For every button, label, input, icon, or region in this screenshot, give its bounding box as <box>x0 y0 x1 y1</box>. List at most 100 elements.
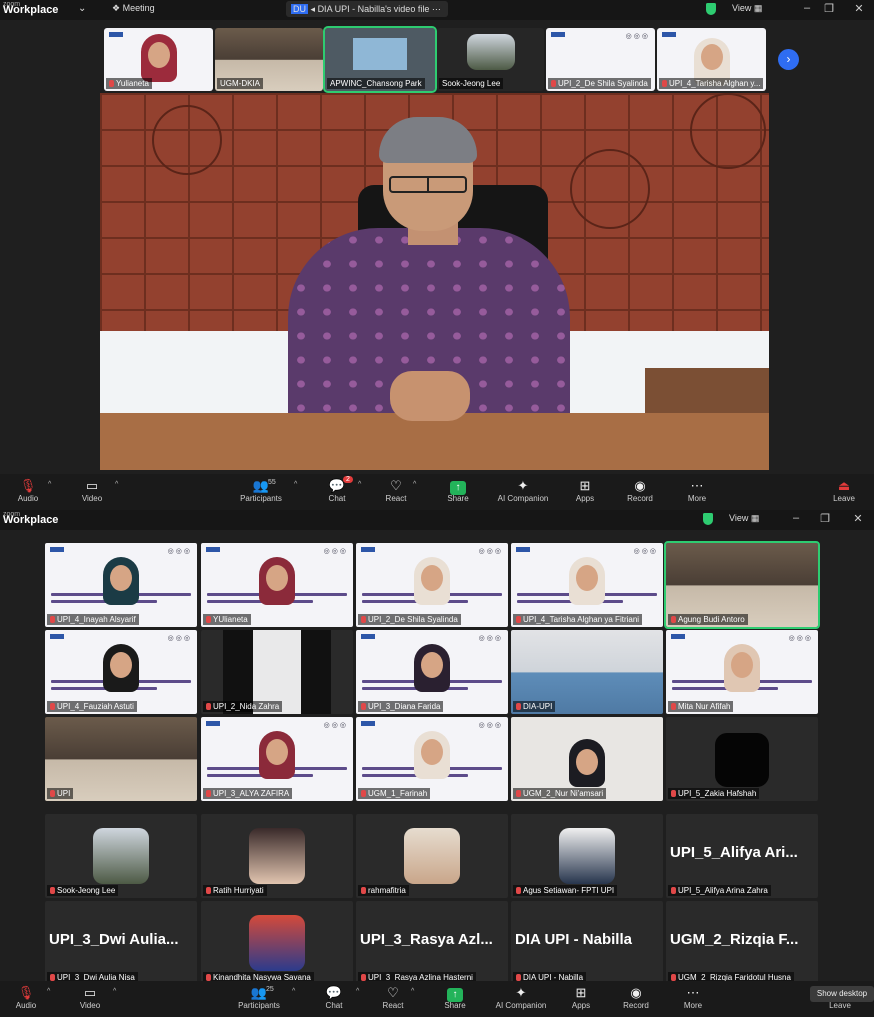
meeting-label: Meeting <box>122 3 155 13</box>
gallery-tile[interactable]: DIA UPI - Nabilla DIA UPI - Nabilla <box>511 901 663 985</box>
view-button[interactable]: View ▦ <box>732 3 762 14</box>
strip-tile[interactable]: Sook-Jeong Lee <box>437 28 544 91</box>
mic-muted-icon <box>671 974 676 981</box>
logo-mark <box>361 547 375 552</box>
apps-button[interactable]: ⊞ Apps <box>551 984 611 1010</box>
strip-tile-active[interactable]: APWINC_Chansong Park <box>323 26 437 93</box>
title-bar: zoom Workplace ⌄ ❖ Meeting DU ◂ DIA UPI … <box>0 0 874 20</box>
gallery-tile[interactable]: Sook-Jeong Lee <box>45 814 197 898</box>
video-button[interactable]: ▭ Video <box>60 984 120 1010</box>
chevron-down-icon[interactable]: ⌄ <box>78 3 86 14</box>
audio-options-icon[interactable]: ^ <box>47 988 50 995</box>
minimize-icon[interactable]: – <box>800 2 814 14</box>
gallery-tile[interactable]: ◎◎◎ UPI_4_Tarisha Alghan ya Fitriani <box>511 543 663 627</box>
participant-name-display: UPI_5_Alifya Ari... <box>670 844 798 861</box>
audio-options-icon[interactable]: ^ <box>48 481 51 488</box>
meeting-toolbar: 🎙 Audio ^ ▭ Video ^ 👥 55 Participants ^ 💬 2 Ch… <box>0 474 874 510</box>
close-icon[interactable]: ✕ <box>852 2 866 15</box>
gallery-tile[interactable]: UPI_5_Zakia Hafshah <box>666 717 818 801</box>
leave-button[interactable]: ⏏Leave <box>814 477 874 503</box>
apps-icon: ⊞ <box>575 985 587 1000</box>
active-speaker-video[interactable] <box>100 93 769 470</box>
more-button[interactable]: ⋯ More <box>663 984 723 1010</box>
meeting-tab[interactable]: ❖ Meeting <box>112 3 155 14</box>
gallery-tile[interactable]: Ratih Hurriyati <box>201 814 353 898</box>
gallery-tile[interactable]: UGM_2_Rizqia F... UGM_2_Rizqia Faridotul … <box>666 901 818 985</box>
strip-tile[interactable]: UGM-DKIA <box>215 28 323 91</box>
partner-logos: ◎◎◎ <box>625 33 650 40</box>
react-button[interactable]: ♡ React <box>366 477 426 503</box>
video-options-icon[interactable]: ^ <box>115 481 118 488</box>
face <box>110 565 132 591</box>
chat-badge: 2 <box>343 476 353 483</box>
mic-muted-icon <box>361 887 366 894</box>
gallery-tile[interactable]: UPI_2_Nida Zahra <box>201 630 353 714</box>
gallery-tile[interactable]: UPI_5_Alifya Ari... UPI_5_Alifya Arina Za… <box>666 814 818 898</box>
more-button[interactable]: ⋯ More <box>667 477 727 503</box>
gallery-tile[interactable]: ◎◎◎ UPI_3_Diana Farida <box>356 630 508 714</box>
gallery-tile[interactable]: Agung Budi Antoro <box>664 541 820 629</box>
gallery-tile[interactable]: ◎◎◎ YUlianeta <box>201 543 353 627</box>
partner-logos: ◎◎◎ <box>167 548 192 555</box>
react-options-icon[interactable]: ^ <box>411 988 414 995</box>
chat-options-icon[interactable]: ^ <box>356 988 359 995</box>
more-icon[interactable]: ⋯ <box>432 4 441 14</box>
avatar <box>249 828 305 884</box>
gallery-tile[interactable]: DIA-UPI <box>511 630 663 714</box>
strip-tile[interactable]: ◎◎◎ UPI_2_De Shila Syalinda <box>546 28 655 91</box>
partner-logos: ◎◎◎ <box>788 635 813 642</box>
gallery-tile[interactable]: UPI_3_Dwi Aulia... UPI_3_Dwi Aulia Nisa <box>45 901 197 985</box>
participants-icon: 👥 <box>250 985 268 1000</box>
close-icon[interactable]: ✕ <box>851 512 865 525</box>
strip-tile[interactable]: UPI_4_Tarisha Alghan y... <box>657 28 766 91</box>
gallery-tile[interactable]: ◎◎◎ UPI_4_Fauziah Astuti <box>45 630 197 714</box>
partner-logos: ◎◎◎ <box>633 548 658 555</box>
gallery-tile[interactable]: ◎◎◎ Mita Nur Afifah <box>666 630 818 714</box>
chat-options-icon[interactable]: ^ <box>358 481 361 488</box>
tile-name: UGM-DKIA <box>217 78 263 89</box>
logo-mark <box>516 547 530 552</box>
apps-button[interactable]: ⊞ Apps <box>555 477 615 503</box>
mic-muted-icon <box>671 616 676 623</box>
view-button[interactable]: View ▦ <box>729 513 759 524</box>
participants-button[interactable]: 👥 55 Participants <box>231 477 291 503</box>
participants-options-icon[interactable]: ^ <box>292 988 295 995</box>
participants-button[interactable]: 👥 25 Participants <box>229 984 289 1010</box>
minimize-icon[interactable]: – <box>789 512 803 524</box>
shield-icon[interactable] <box>706 3 716 15</box>
gallery-tile[interactable]: ◎◎◎ UGM_1_Farinah <box>356 717 508 801</box>
chat-button[interactable]: 💬 Chat <box>304 984 364 1010</box>
video-options-icon[interactable]: ^ <box>113 988 116 995</box>
gallery-tile[interactable]: Kinandhita Nasywa Savana <box>201 901 353 985</box>
record-button[interactable]: ◉ Record <box>610 477 670 503</box>
share-banner[interactable]: DU ◂ DIA UPI - Nabilla's video file ⋯ <box>286 1 448 17</box>
react-options-icon[interactable]: ^ <box>413 481 416 488</box>
mic-muted-icon <box>361 703 366 710</box>
gallery-tile[interactable]: Agus Setiawan- FPTI UPI <box>511 814 663 898</box>
restore-icon[interactable]: ❐ <box>818 512 832 525</box>
record-button[interactable]: ◉ Record <box>606 984 666 1010</box>
strip-tile[interactable]: Yulianeta <box>104 28 213 91</box>
mic-muted-icon <box>206 887 211 894</box>
gallery-tile[interactable]: UPI_3_Rasya Azl... UPI_3_Rasya Azlina Has… <box>356 901 508 985</box>
gallery-tile[interactable]: UPI <box>45 717 197 801</box>
gallery-tile[interactable]: UGM_2_Nur Ni'amsari <box>511 717 663 801</box>
logo-mark <box>551 32 565 37</box>
tile-name: UGM_1_Farinah <box>358 788 431 799</box>
restore-icon[interactable]: ❐ <box>822 2 836 15</box>
show-desktop-tooltip: Show desktop <box>810 986 874 1002</box>
next-page-button[interactable]: › <box>778 49 799 70</box>
mic-muted-icon <box>671 887 676 894</box>
ai-companion-button[interactable]: ✦ AI Companion <box>493 477 553 503</box>
room-screen <box>353 38 407 70</box>
gallery-tile[interactable]: ◎◎◎ UPI_2_De Shila Syalinda <box>356 543 508 627</box>
gallery-tile[interactable]: rahmafitria <box>356 814 508 898</box>
share-button[interactable]: ↑ Share <box>428 477 488 503</box>
video-button[interactable]: ▭ Video <box>62 477 122 503</box>
gallery-tile[interactable]: ◎◎◎ UPI_4_Inayah Alsyarif <box>45 543 197 627</box>
gallery-tile[interactable]: ◎◎◎ UPI_3_ALYA ZAFIRA <box>201 717 353 801</box>
shield-icon[interactable] <box>703 513 713 525</box>
share-button[interactable]: ↑ Share <box>425 984 485 1010</box>
ai-companion-button[interactable]: ✦ AI Companion <box>491 984 551 1010</box>
participants-options-icon[interactable]: ^ <box>294 481 297 488</box>
